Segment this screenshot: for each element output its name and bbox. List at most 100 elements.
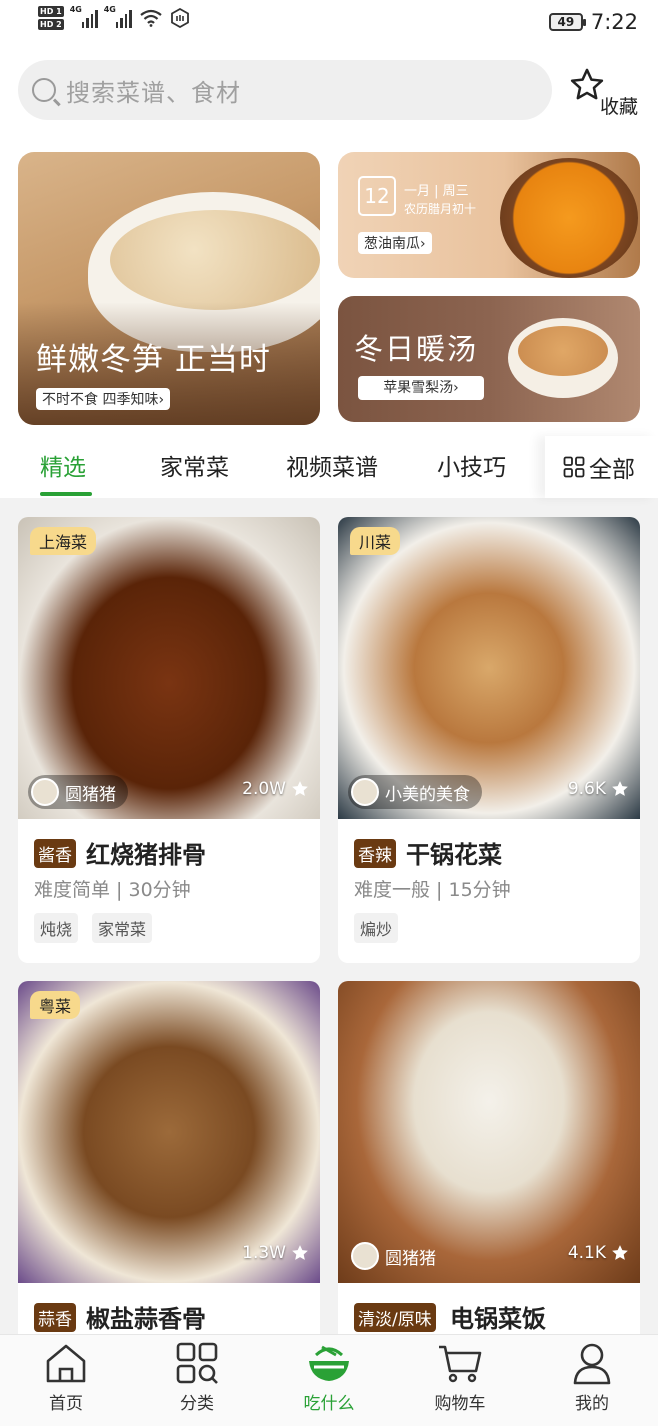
recipe-card[interactable]: 圆猪猪 4.1K 清淡/原味 电锅菜饭 xyxy=(338,981,640,1361)
calendar-date: 一月 | 周三 xyxy=(404,184,469,199)
tab-video-recipes[interactable]: 视频菜谱 xyxy=(286,448,378,482)
dish-meta: 难度简单 | 30分钟 xyxy=(34,879,191,901)
recipe-image xyxy=(18,517,320,819)
notification-icon xyxy=(170,8,189,28)
avatar xyxy=(31,778,59,806)
bowl-icon xyxy=(309,1345,349,1381)
tag-chip[interactable]: 家常菜 xyxy=(92,913,153,943)
author-chip[interactable]: 小美的美食 xyxy=(348,775,482,809)
dish-name: 电锅菜饭 xyxy=(450,1305,546,1333)
author-name: 小美的美食 xyxy=(385,784,470,805)
bottom-nav: 首页 分类 吃什么 购物车 我的 xyxy=(0,1334,658,1426)
author-chip[interactable]: 圆猪猪 xyxy=(28,775,128,809)
banner-soup[interactable]: 冬日暖汤 苹果雪梨汤› xyxy=(338,296,640,422)
user-icon xyxy=(573,1343,611,1385)
nav-what-to-eat[interactable]: 吃什么 xyxy=(284,1341,374,1414)
flavor-badge: 酱香 xyxy=(34,839,76,868)
dish-meta: 难度一般 | 15分钟 xyxy=(354,879,511,901)
likes-value: 4.1K xyxy=(567,1243,606,1263)
header: 搜索菜谱、食材 收藏 xyxy=(0,46,658,146)
likes-count: 9.6K xyxy=(568,779,630,799)
search-input[interactable]: 搜索菜谱、食材 xyxy=(18,60,552,120)
banner-calendar-tag[interactable]: 葱油南瓜› xyxy=(358,232,432,254)
likes-value: 2.0W xyxy=(242,779,286,799)
all-categories-button[interactable]: 全部 xyxy=(545,436,658,498)
category-icon xyxy=(176,1342,218,1384)
banner-main[interactable]: 鲜嫩冬笋 正当时 不时不食 四季知味› xyxy=(18,152,320,425)
flavor-badge: 蒜香 xyxy=(34,1303,76,1332)
banner-main-title: 鲜嫩冬笋 正当时 xyxy=(36,342,271,378)
tag-chip[interactable]: 煸炒 xyxy=(354,913,399,943)
likes-count: 2.0W xyxy=(242,779,310,799)
wifi-icon xyxy=(140,9,162,27)
nav-home-label: 首页 xyxy=(49,1394,83,1414)
dish-name: 干锅花菜 xyxy=(406,841,502,869)
calendar-icon: 12 xyxy=(358,176,396,216)
nav-profile[interactable]: 我的 xyxy=(547,1341,637,1414)
hd1-badge: HD 1 xyxy=(38,6,64,17)
active-tab-indicator xyxy=(40,492,92,496)
banner-area: 鲜嫩冬笋 正当时 不时不食 四季知味› 12 一月 | 周三 农历腊月初十 葱油… xyxy=(0,146,658,436)
nav-cart[interactable]: 购物车 xyxy=(415,1341,505,1414)
region-badge: 上海菜 xyxy=(30,527,97,555)
grid-icon xyxy=(563,456,585,478)
star-icon xyxy=(292,781,308,796)
network-type: 4G xyxy=(69,5,82,14)
likes-value: 9.6K xyxy=(567,779,606,799)
calendar-lunar: 农历腊月初十 xyxy=(404,202,477,216)
hd-indicators: HD 1 HD 2 xyxy=(38,6,64,30)
region-badge: 粤菜 xyxy=(30,991,81,1019)
likes-value: 1.3W xyxy=(242,1243,286,1263)
hd2-badge: HD 2 xyxy=(38,19,64,30)
flavor-badge: 清淡/原味 xyxy=(354,1303,436,1332)
signal-icon: 4G xyxy=(69,5,98,28)
nav-home[interactable]: 首页 xyxy=(21,1341,111,1414)
likes-count: 4.1K xyxy=(568,1243,630,1263)
search-icon xyxy=(32,78,56,102)
cart-icon xyxy=(439,1345,482,1383)
author-name: 圆猪猪 xyxy=(65,784,116,805)
favorites-label: 收藏 xyxy=(600,96,639,118)
tab-featured[interactable]: 精选 xyxy=(40,448,86,482)
banner-soup-fill xyxy=(518,326,608,376)
banner-soup-tag[interactable]: 苹果雪梨汤› xyxy=(358,376,484,400)
nav-category-label: 分类 xyxy=(180,1394,214,1414)
search-placeholder: 搜索菜谱、食材 xyxy=(66,78,241,107)
signal-icon-2: 4G xyxy=(103,5,132,28)
author-name: 圆猪猪 xyxy=(385,1248,436,1269)
favorites-button[interactable]: 收藏 xyxy=(566,66,646,126)
tab-home-cooking[interactable]: 家常菜 xyxy=(160,448,229,482)
avatar xyxy=(351,1242,379,1270)
nav-what-to-eat-label: 吃什么 xyxy=(303,1394,355,1414)
recipe-image xyxy=(338,981,640,1283)
recipe-image xyxy=(18,981,320,1283)
banner-calendar-image xyxy=(500,158,638,278)
avatar xyxy=(351,778,379,806)
home-icon xyxy=(46,1344,86,1383)
dish-name: 红烧猪排骨 xyxy=(86,841,206,869)
flavor-badge: 香辣 xyxy=(354,839,396,868)
region-badge: 川菜 xyxy=(350,527,401,555)
recipe-card[interactable]: 上海菜 圆猪猪 2.0W 酱香 红烧猪排骨 难度简单 | 30分钟 炖烧 家常菜 xyxy=(18,517,320,963)
nav-profile-label: 我的 xyxy=(575,1394,609,1414)
category-tabs: 精选 家常菜 视频菜谱 小技巧 全部 xyxy=(0,436,658,498)
star-icon xyxy=(612,781,628,796)
nav-cart-label: 购物车 xyxy=(434,1394,486,1414)
recipe-card[interactable]: 川菜 小美的美食 9.6K 香辣 干锅花菜 难度一般 | 15分钟 煸炒 xyxy=(338,517,640,963)
status-right: 49 7:22 xyxy=(548,10,638,34)
dish-name: 椒盐蒜香骨 xyxy=(86,1305,206,1333)
nav-category[interactable]: 分类 xyxy=(152,1341,242,1414)
likes-count: 1.3W xyxy=(242,1243,310,1263)
star-icon xyxy=(612,1245,628,1260)
clock: 7:22 xyxy=(590,10,638,34)
recipe-card[interactable]: 粤菜 1.3W 蒜香 椒盐蒜香骨 xyxy=(18,981,320,1361)
banner-soup-title: 冬日暖汤 xyxy=(354,332,479,366)
author-chip[interactable]: 圆猪猪 xyxy=(348,1239,448,1273)
star-icon xyxy=(292,1245,308,1260)
banner-calendar[interactable]: 12 一月 | 周三 农历腊月初十 葱油南瓜› xyxy=(338,152,640,278)
banner-main-soup xyxy=(110,210,320,310)
tag-chip[interactable]: 炖烧 xyxy=(34,913,79,943)
network-type-2: 4G xyxy=(103,5,116,14)
banner-main-subtitle[interactable]: 不时不食 四季知味› xyxy=(36,388,171,410)
tab-tips[interactable]: 小技巧 xyxy=(437,448,506,482)
